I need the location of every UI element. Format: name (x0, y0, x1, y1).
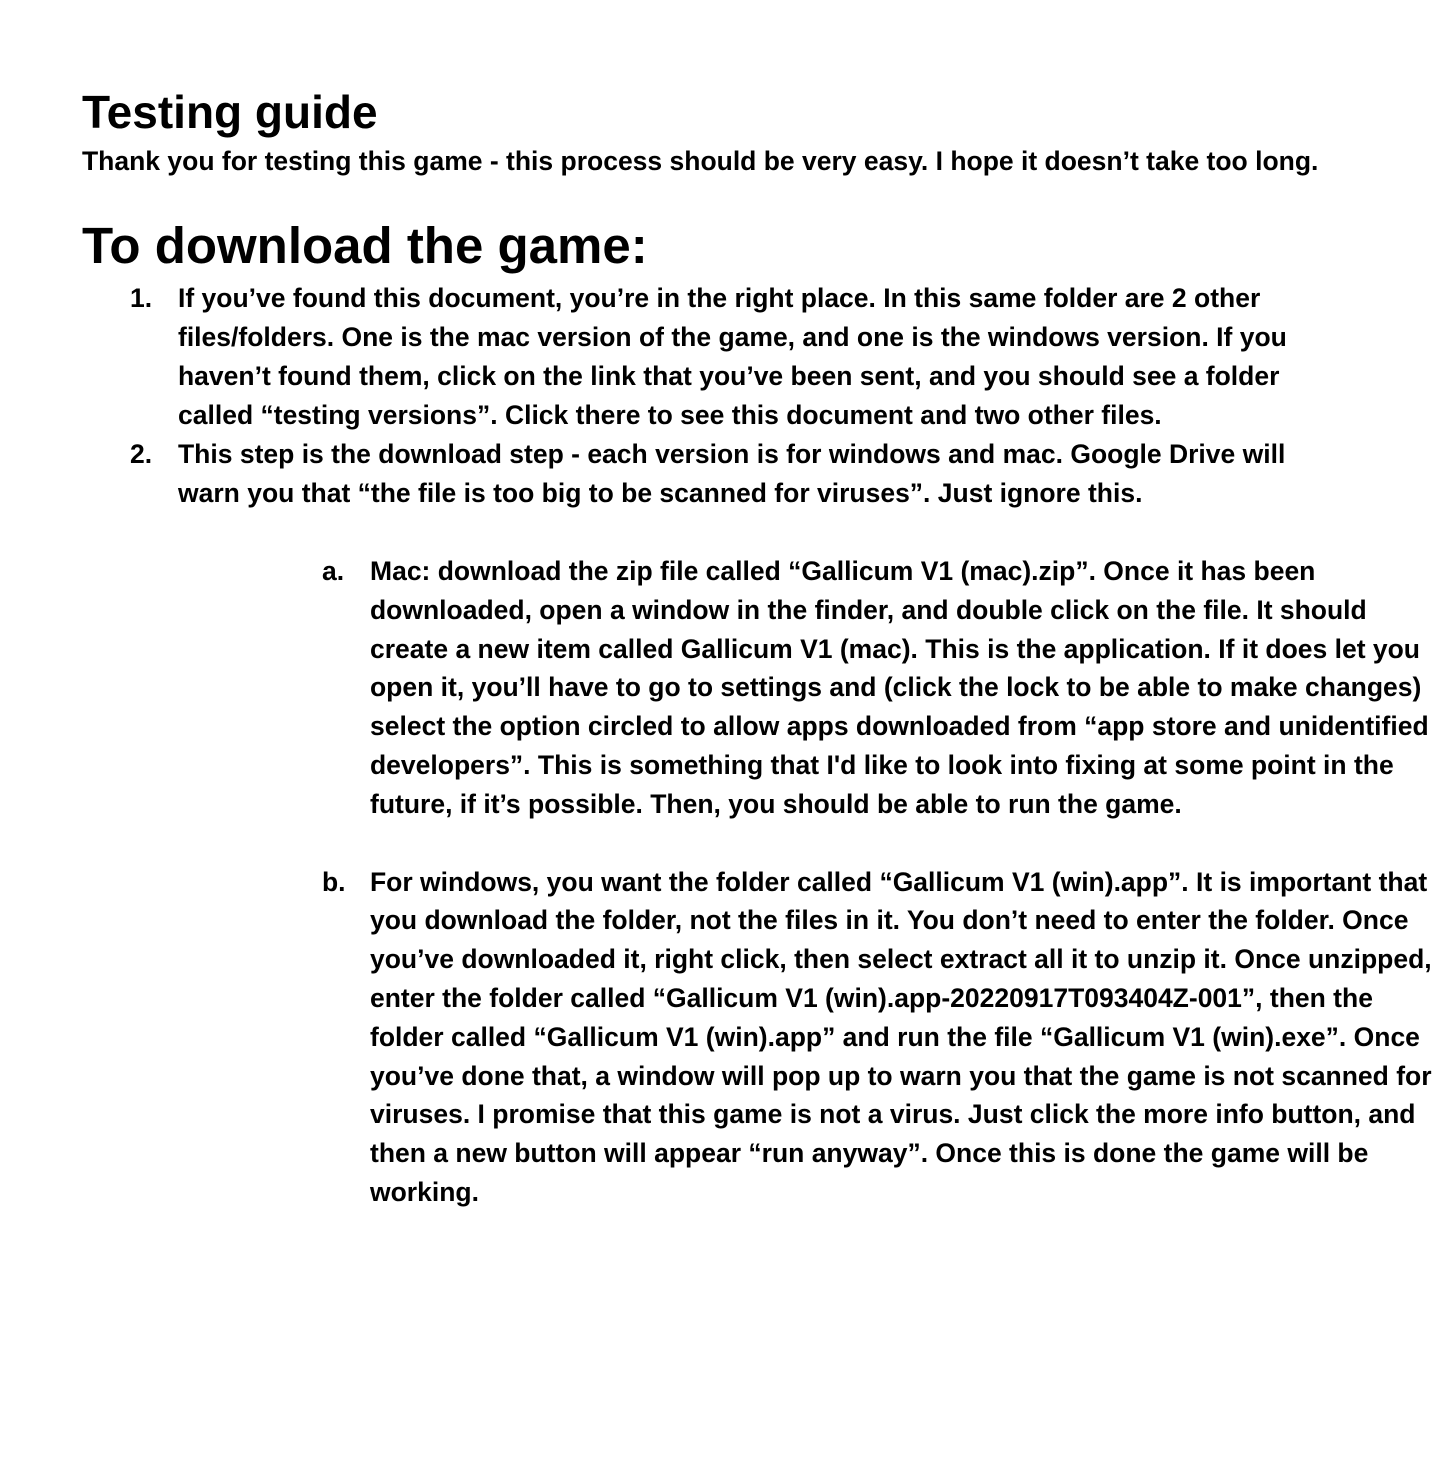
list-marker: 1. (130, 283, 153, 313)
step-text: This step is the download step - each ve… (178, 439, 1286, 508)
intro-paragraph: Thank you for testing this game - this p… (82, 146, 1319, 176)
list-marker: 2. (130, 439, 153, 469)
substep-text-windows: For windows, you want the folder called … (370, 866, 1432, 1207)
document-title: Testing guide (82, 86, 378, 138)
list-item-substep-a: a. Mac: download the zip file called “Ga… (178, 552, 1432, 824)
substep-text-mac: Mac: download the zip file called “Galli… (370, 556, 1429, 819)
list-item-substep-b: b. For windows, you want the folder call… (178, 863, 1432, 1212)
section-heading-download: To download the game: (82, 217, 648, 274)
list-item-step-1: 1. If you’ve found this document, you’re… (82, 279, 1332, 435)
steps-list: 1. If you’ve found this document, you’re… (82, 279, 1432, 1212)
step-text: If you’ve found this document, you’re in… (178, 283, 1287, 430)
list-item-step-2: 2. This step is the download step - each… (82, 435, 1432, 1212)
document-page: Testing guide Thank you for testing this… (82, 82, 1432, 1212)
list-marker: a. (322, 556, 345, 586)
substeps-list: a. Mac: download the zip file called “Ga… (178, 552, 1432, 1212)
list-marker: b. (322, 866, 346, 897)
